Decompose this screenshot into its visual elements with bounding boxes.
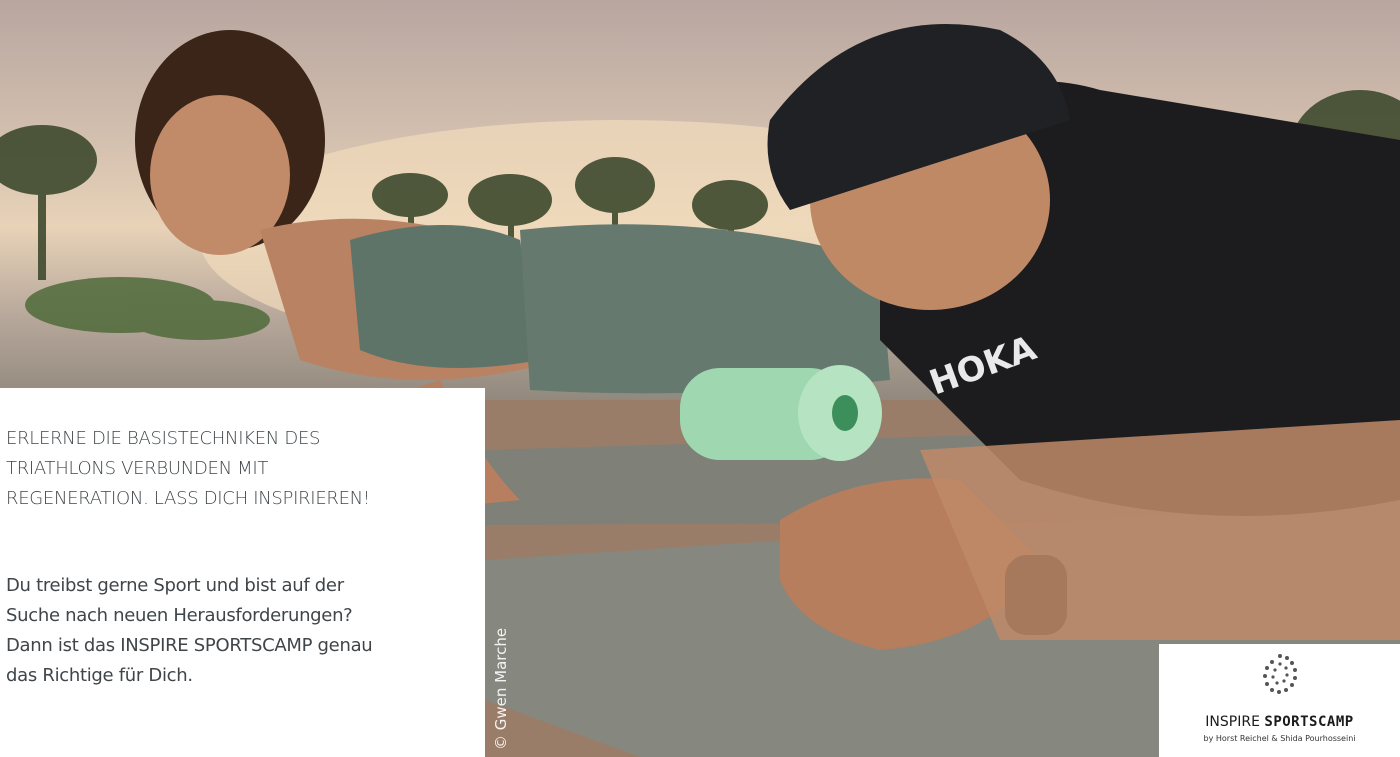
headline-line: REGENERATION. LASS DICH INSPIRIEREN! (6, 488, 370, 509)
body-line: das Richtige für Dich. (6, 665, 193, 686)
body-line: Dann ist das INSPIRE SPORTSCAMP genau (6, 635, 373, 656)
photo-credit: © Gwen Marche (492, 627, 510, 750)
foam-roller (680, 365, 882, 461)
headline-line: ERLERNE DIE BASISTECHNIKEN DES (6, 428, 321, 449)
intro-body: Du treibst gerne Sport und bist auf der … (6, 571, 446, 691)
logo-name-bold: SPORTSCAMP (1264, 714, 1354, 730)
logo-byline: by Horst Reichel & Shida Pourhosseini (1203, 734, 1356, 743)
body-line: Suche nach neuen Herausforderungen? (6, 605, 353, 626)
body-line: Du treibst gerne Sport und bist auf der (6, 575, 344, 596)
headline-line: TRIATHLONS VERBUNDEN MIT (6, 458, 269, 479)
spiral-dots-icon (1263, 654, 1297, 694)
logo-name: INSPIRE SPORTSCAMP (1159, 714, 1400, 730)
intro-panel: ERLERNE DIE BASISTECHNIKEN DES TRIATHLON… (0, 388, 485, 757)
logo-name-light: INSPIRE (1205, 714, 1260, 730)
intro-headline: ERLERNE DIE BASISTECHNIKEN DES TRIATHLON… (6, 424, 466, 514)
sportscamp-logo[interactable]: INSPIRE SPORTSCAMP by Horst Reichel & Sh… (1159, 644, 1400, 757)
